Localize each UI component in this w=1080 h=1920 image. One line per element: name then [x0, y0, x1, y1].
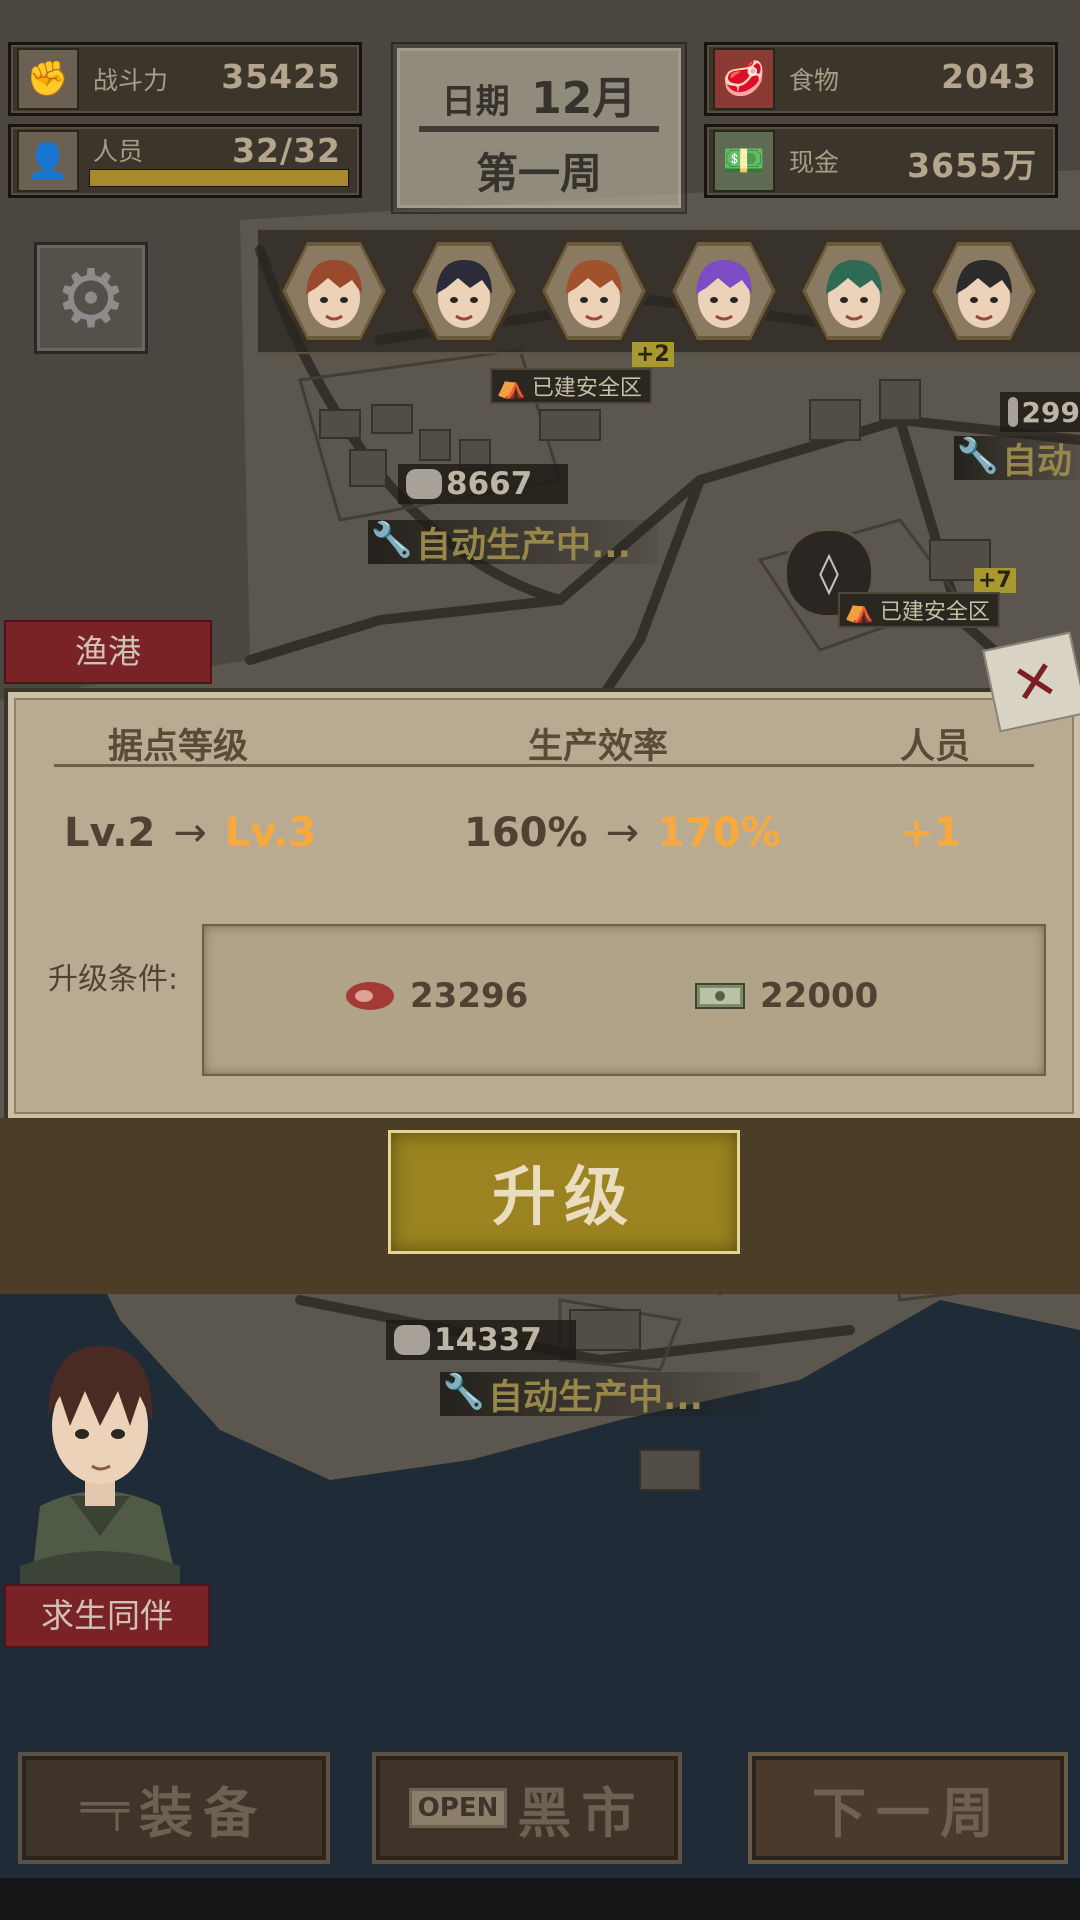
date-label: 日期: [441, 82, 510, 122]
companion-tag[interactable]: 求生同伴: [4, 1584, 210, 1648]
staff-delta: +1: [900, 810, 962, 856]
condition-label: 升级条件:: [48, 962, 179, 997]
close-icon: ✕: [1006, 646, 1064, 718]
safe-zone-label: 已建安全区: [879, 600, 990, 625]
population-value: 32/32: [232, 131, 341, 170]
cash-value: 3655万: [907, 146, 1037, 185]
character-1-portrait[interactable]: [277, 238, 391, 344]
tent-icon: ⛺: [844, 596, 874, 624]
meat-icon: [346, 982, 394, 1010]
safe-zone-label: 已建安全区: [531, 376, 642, 401]
character-6-portrait[interactable]: [927, 238, 1041, 344]
equipment-label: 装备: [139, 1781, 268, 1845]
production-status: 自动: [1002, 441, 1073, 482]
efficiency-from: 160%: [464, 810, 588, 856]
condition-box: 23296 22000: [202, 924, 1046, 1076]
cash-label: 现金: [789, 148, 840, 177]
production-status: 自动生产中...: [416, 525, 631, 566]
equipment-button[interactable]: ═╤ 装备: [18, 1752, 330, 1864]
staff-change: +1: [900, 810, 961, 856]
character-4-portrait[interactable]: [667, 238, 781, 344]
mummy-icon: [406, 469, 442, 499]
cash-cost: 22000: [694, 976, 878, 1016]
necklace-icon: ◊: [819, 550, 839, 596]
production-badge[interactable]: 🔧 自动生产中...: [440, 1372, 760, 1418]
population-box: 👤 人员 32/32: [8, 124, 362, 198]
meat-icon: 🥩: [713, 48, 775, 110]
cash-cost-value: 22000: [760, 976, 879, 1016]
location-power-value: 14337: [434, 1322, 542, 1358]
black-market-label: 黑市: [517, 1781, 646, 1845]
food-cost: 23296: [344, 976, 528, 1016]
food-value: 2043: [941, 57, 1037, 96]
close-button[interactable]: ✕: [982, 631, 1080, 733]
header-level: 据点等级: [108, 727, 249, 767]
character-strip: [258, 228, 1080, 354]
location-power-value: 8667: [446, 466, 533, 502]
cash-icon: 💵: [713, 130, 775, 192]
plus-tag: +7: [974, 568, 1016, 593]
open-sign-icon: OPEN: [408, 1788, 508, 1828]
food-box: 🥩 食物 2043: [704, 42, 1058, 116]
tent-icon: ⛺: [496, 372, 526, 400]
black-market-button[interactable]: OPEN 黑市: [372, 1752, 682, 1864]
location-power-value: 299: [1021, 395, 1080, 429]
plus-tag: +2: [632, 342, 674, 367]
settings-button[interactable]: ⚙: [34, 242, 148, 354]
character-2-portrait[interactable]: [407, 238, 521, 344]
upgrade-button[interactable]: 升级: [388, 1130, 740, 1254]
cash-box: 💵 现金 3655万: [704, 124, 1058, 198]
location-name-tag: 渔港: [4, 620, 212, 684]
character-5-portrait[interactable]: [797, 238, 911, 344]
population-bar-fill: [90, 170, 348, 186]
header-efficiency: 生产效率: [528, 727, 669, 767]
food-cost-value: 23296: [410, 976, 529, 1016]
food-label: 食物: [789, 66, 840, 95]
location-power-badge[interactable]: 14337: [386, 1320, 576, 1360]
mummy-icon: [394, 1325, 430, 1355]
date-month: 12月: [531, 73, 637, 124]
date-panel: 日期 12月 第一周: [393, 44, 685, 212]
upgrade-panel: 据点等级 生产效率 人员 Lv.2 → Lv.3 160% → 170% +1 升级条件…: [4, 688, 1080, 1124]
location-power-badge[interactable]: 8667: [398, 464, 568, 504]
safe-zone-badge[interactable]: ⛺ 已建安全区: [490, 368, 652, 404]
production-status: 自动生产中...: [488, 1377, 703, 1418]
combat-power-label: 战斗力: [93, 66, 169, 95]
cash-icon: [695, 983, 745, 1009]
efficiency-change: 160% → 170%: [464, 810, 781, 856]
person-icon: 👤: [17, 130, 79, 192]
date-separator: [419, 126, 659, 132]
rifle-icon: ═╤: [80, 1785, 130, 1831]
population-bar: [89, 169, 349, 187]
population-label: 人员: [93, 137, 144, 166]
level-to: Lv.3: [224, 810, 317, 856]
companion-avatar[interactable]: [0, 1296, 200, 1596]
combat-power-box: ✊ 战斗力 35425: [8, 42, 362, 116]
wrench-icon: 🔧: [442, 1372, 486, 1412]
efficiency-to: 170%: [657, 810, 781, 856]
wrench-icon: 🔧: [370, 520, 414, 560]
fist-icon: ✊: [17, 48, 79, 110]
mummy-icon: [1008, 397, 1018, 427]
panel-divider: [54, 764, 1034, 767]
combat-power-value: 35425: [221, 57, 341, 96]
level-from: Lv.2: [64, 810, 156, 856]
wrench-icon: 🔧: [956, 436, 1000, 476]
location-power-badge[interactable]: 299: [1000, 392, 1080, 432]
level-change: Lv.2 → Lv.3: [64, 810, 316, 856]
arrow-icon: →: [605, 810, 640, 856]
next-week-label: 下一周: [812, 1781, 1004, 1845]
bottom-edge: [0, 1878, 1080, 1920]
production-badge[interactable]: 🔧 自动生产中...: [368, 520, 658, 566]
character-3-portrait[interactable]: [537, 238, 651, 344]
header-staff: 人员: [900, 727, 971, 767]
gear-icon: ⚙: [55, 251, 127, 345]
date-week: 第一周: [475, 149, 602, 198]
production-badge[interactable]: 🔧 自动: [954, 436, 1080, 482]
safe-zone-badge[interactable]: ⛺ 已建安全区: [838, 592, 1000, 628]
next-week-button[interactable]: 下一周: [748, 1752, 1068, 1864]
arrow-icon: →: [173, 810, 207, 856]
